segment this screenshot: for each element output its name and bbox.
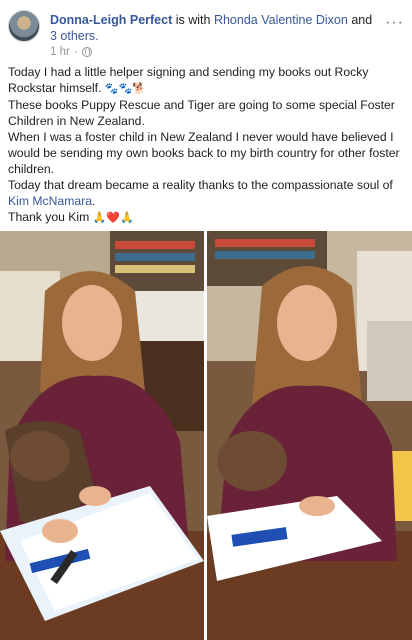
- post-photo-2[interactable]: [207, 231, 412, 640]
- post-header-text: Donna-Leigh Perfect is with Rhonda Valen…: [50, 12, 380, 44]
- more-options-icon[interactable]: ···: [385, 14, 404, 32]
- paragraph-2: These books Puppy Rescue and Tiger are g…: [8, 98, 395, 128]
- paragraph-3: When I was a foster child in New Zealand…: [8, 130, 400, 176]
- author-name-link[interactable]: Donna-Leigh Perfect: [50, 13, 172, 27]
- paragraph-4-text: Today that dream became a reality thanks…: [8, 178, 393, 192]
- paragraph-5-text: Thank you Kim: [8, 210, 90, 224]
- paw-dog-emoji: 🐾🐾🐕: [104, 83, 146, 95]
- paragraph-4-end: .: [91, 194, 96, 208]
- post-meta: 1 hr ·: [50, 46, 92, 58]
- paragraph-1: Today I had a little helper signing and …: [8, 64, 406, 97]
- with-text: is with: [175, 13, 211, 27]
- thanks-emoji: 🙏❤️🙏: [92, 212, 134, 224]
- photo-2-illustration: [207, 231, 412, 640]
- post-body: Today I had a little helper signing and …: [8, 64, 406, 226]
- globe-icon[interactable]: [81, 47, 92, 57]
- post-timestamp[interactable]: 1 hr: [50, 46, 70, 58]
- author-avatar[interactable]: [8, 10, 40, 42]
- paragraph-4: Today that dream became a reality thanks…: [8, 177, 406, 209]
- photo-1-illustration: [0, 231, 204, 640]
- post-photo-1[interactable]: [0, 231, 204, 640]
- paragraph-1-text: Today I had a little helper signing and …: [8, 65, 369, 95]
- mention-link-kim[interactable]: Kim McNamara: [8, 194, 92, 208]
- post-header: Donna-Leigh Perfect is with Rhonda Valen…: [8, 10, 404, 58]
- meta-separator: ·: [73, 46, 78, 58]
- tagged-person-link[interactable]: Rhonda Valentine Dixon: [214, 13, 348, 27]
- others-link[interactable]: 3 others.: [50, 29, 99, 43]
- paragraph-5: Thank you Kim 🙏❤️🙏: [8, 209, 406, 226]
- and-text: and: [351, 13, 373, 27]
- photo-grid: [0, 231, 412, 640]
